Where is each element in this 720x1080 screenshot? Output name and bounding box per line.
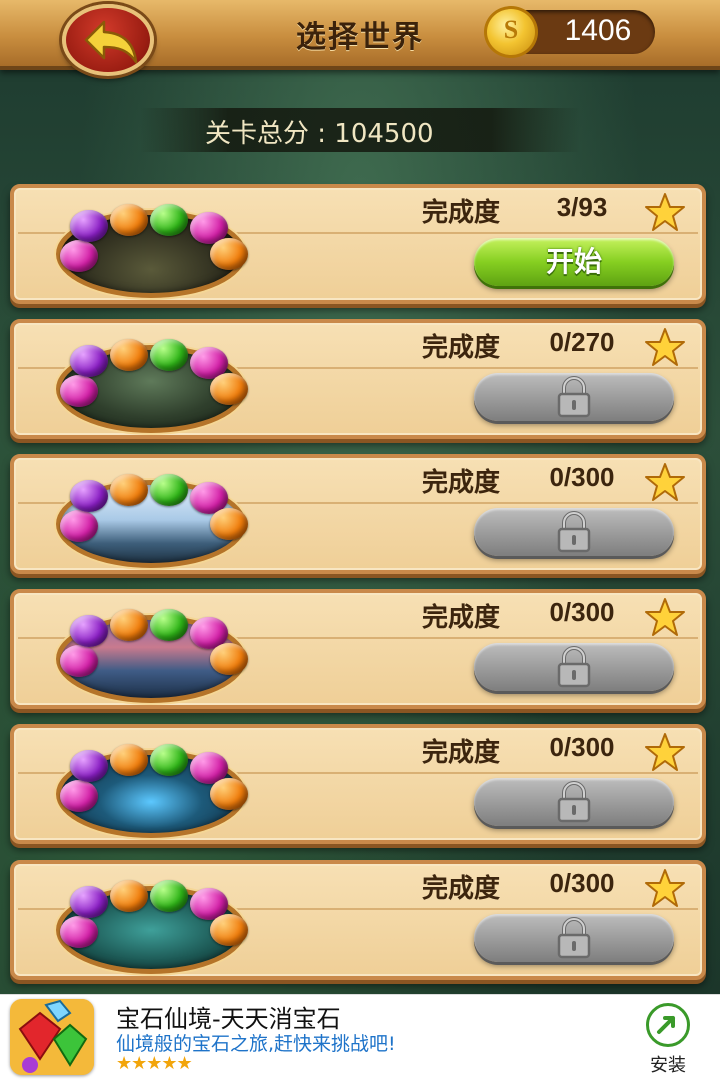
- progress-label: 完成度: [421, 468, 500, 498]
- total-score-label: 关卡总分 : 104500: [205, 119, 434, 149]
- purple-gem-icon: [70, 210, 108, 242]
- purple-gem-icon: [70, 345, 108, 377]
- page-title: 选择世界: [296, 20, 424, 55]
- ad-app-icon[interactable]: [10, 999, 94, 1075]
- world-card[interactable]: 完成度 0/300: [10, 724, 706, 844]
- star-icon: [645, 869, 685, 907]
- orange-gem-icon: [210, 238, 248, 270]
- lock-icon: [557, 376, 591, 418]
- install-icon[interactable]: [646, 1003, 690, 1047]
- lock-icon: [557, 781, 591, 823]
- locked-button[interactable]: [474, 914, 674, 962]
- magenta-gem-icon: [60, 780, 98, 812]
- orange-gem-icon: [110, 339, 148, 371]
- magenta-gem-icon: [60, 645, 98, 677]
- progress-value: 0/300: [549, 597, 615, 627]
- progress-label: 完成度: [421, 738, 500, 768]
- purple-gem-icon: [70, 480, 108, 512]
- progress-value: 0/300: [549, 462, 615, 492]
- ad-banner[interactable]: 宝石仙境-天天消宝石 仙境般的宝石之旅,赶快来挑战吧! ★★★★★ 安装: [0, 994, 720, 1080]
- progress-value: 0/270: [549, 327, 615, 357]
- green-gem-icon: [150, 609, 188, 641]
- start-button[interactable]: 开始: [474, 238, 674, 286]
- star-icon: [645, 193, 685, 231]
- install-button[interactable]: 安装: [632, 1051, 704, 1077]
- star-icon: [645, 463, 685, 501]
- purple-gem-icon: [70, 750, 108, 782]
- back-arrow-icon: [84, 20, 138, 64]
- progress-value: 3/93: [556, 192, 608, 222]
- green-gem-icon: [150, 880, 188, 912]
- orange-gem-icon: [110, 880, 148, 912]
- progress-label: 完成度: [421, 333, 500, 363]
- orange-gem-icon: [110, 609, 148, 641]
- green-gem-icon: [150, 204, 188, 236]
- locked-button[interactable]: [474, 508, 674, 556]
- progress-label: 完成度: [421, 198, 500, 228]
- star-icon: [645, 733, 685, 771]
- back-button[interactable]: [62, 4, 154, 76]
- locked-button[interactable]: [474, 778, 674, 826]
- progress-value: 0/300: [549, 732, 615, 762]
- orange-gem-icon: [210, 373, 248, 405]
- star-icon: [645, 328, 685, 366]
- ad-subtitle: 仙境般的宝石之旅,赶快来挑战吧!: [116, 1033, 396, 1055]
- world-card[interactable]: 完成度 0/270: [10, 319, 706, 439]
- progress-label: 完成度: [421, 603, 500, 633]
- locked-button[interactable]: [474, 643, 674, 691]
- orange-gem-icon: [210, 778, 248, 810]
- locked-button[interactable]: [474, 373, 674, 421]
- orange-gem-icon: [210, 643, 248, 675]
- star-icon: [645, 598, 685, 636]
- coin-icon: S: [484, 6, 538, 58]
- green-gem-icon: [150, 339, 188, 371]
- gem-app-icon: [10, 999, 94, 1075]
- orange-gem-icon: [210, 914, 248, 946]
- lock-icon: [557, 917, 591, 959]
- lock-icon: [557, 646, 591, 688]
- progress-label: 完成度: [421, 874, 500, 904]
- ad-rating-stars: ★★★★★: [116, 1053, 193, 1074]
- magenta-gem-icon: [60, 240, 98, 272]
- purple-gem-icon: [70, 615, 108, 647]
- green-gem-icon: [150, 474, 188, 506]
- coin-symbol: S: [503, 15, 519, 44]
- orange-gem-icon: [110, 204, 148, 236]
- purple-gem-icon: [70, 886, 108, 918]
- ad-title[interactable]: 宝石仙境-天天消宝石: [116, 999, 556, 1033]
- world-card[interactable]: 完成度 3/93 开始: [10, 184, 706, 304]
- green-gem-icon: [150, 744, 188, 776]
- progress-value: 0/300: [549, 868, 615, 898]
- magenta-gem-icon: [60, 916, 98, 948]
- world-card[interactable]: 完成度 0/300: [10, 454, 706, 574]
- orange-gem-icon: [210, 508, 248, 540]
- orange-gem-icon: [110, 474, 148, 506]
- coin-value: 1406: [564, 14, 632, 47]
- magenta-gem-icon: [60, 375, 98, 407]
- magenta-gem-icon: [60, 510, 98, 542]
- world-card[interactable]: 完成度 0/300: [10, 589, 706, 709]
- lock-icon: [557, 511, 591, 553]
- world-card[interactable]: 完成度 0/300: [10, 860, 706, 980]
- orange-gem-icon: [110, 744, 148, 776]
